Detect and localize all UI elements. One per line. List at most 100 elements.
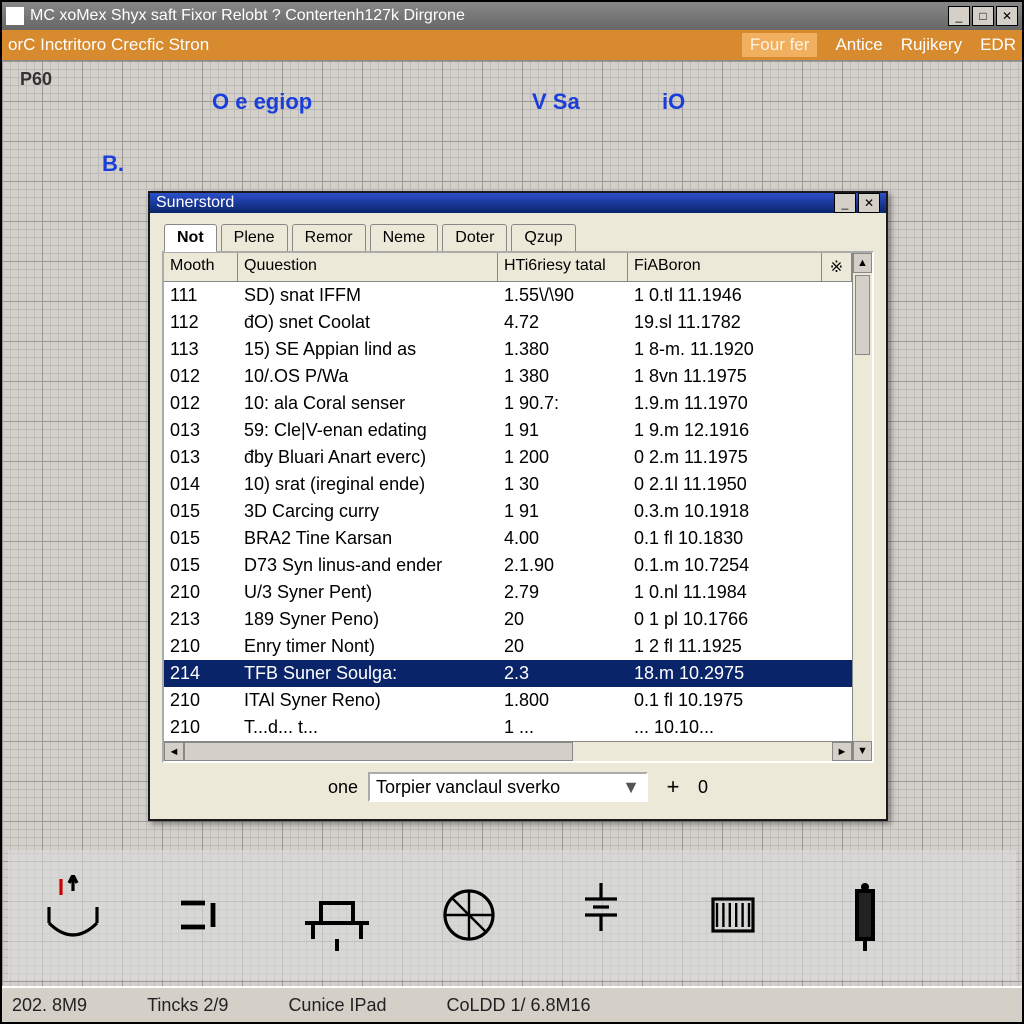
table-cell: 0 1 pl 10.1766 [628,609,846,630]
main-titlebar: MC xoMex Shyx saft Fixor Relobt ? Conter… [2,2,1022,30]
col-header-end[interactable]: ※ [822,253,852,281]
dialog-titlebar: Sunerstord _ ✕ [150,193,886,213]
table-row[interactable]: 210U/3 Syner Pent)2.791 0.nl 11.1984 [164,579,852,606]
table-cell: D73 Syn linus-and ender [238,555,498,576]
table-row[interactable]: 01210/.OS P/Wa1 3801 8vn 11.1975 [164,363,852,390]
table-row[interactable]: 112đO) snet Coolat4.7219.sl 11.1782 [164,309,852,336]
status-2: Tincks 2/9 [147,995,228,1016]
footer-plus-button[interactable]: + [658,772,688,802]
hscroll-right-arrow[interactable]: ► [832,742,852,761]
table-row[interactable]: 015BRA2 Tine Karsan4.000.1 fl 10.1830 [164,525,852,552]
table-cell: 015 [164,501,238,522]
hscroll-left-arrow[interactable]: ◄ [164,742,184,761]
menu-item-3[interactable]: EDR [980,35,1016,55]
tab-neme[interactable]: Neme [370,224,439,252]
main-window-controls: _ □ ✕ [948,6,1018,26]
main-window-title: MC xoMex Shyx saft Fixor Relobt ? Conter… [30,7,948,25]
table-cell: 1 91 [498,501,628,522]
schematic-workspace[interactable]: P60 O e egiop V Sa iO B. Sunerstord _ ✕ … [2,60,1022,1022]
table-cell: 012 [164,366,238,387]
tool-ground-icon[interactable] [28,870,118,960]
dialog-minimize-button[interactable]: _ [834,193,856,213]
table-cell: 013 [164,447,238,468]
tool-connector-icon[interactable] [160,870,250,960]
table-cell: 1 8-m. 11.1920 [628,339,846,360]
table-cell: 2.79 [498,582,628,603]
menu-item-0[interactable]: Four fer [742,33,818,57]
maximize-button[interactable]: □ [972,6,994,26]
table-cell: 10/.OS P/Wa [238,366,498,387]
table-row[interactable]: 210ITAl Syner Reno)1.8000.1 fl 10.1975 [164,687,852,714]
tool-coil-icon[interactable] [688,870,778,960]
vscroll-thumb[interactable] [855,275,870,355]
minimize-button[interactable]: _ [948,6,970,26]
footer-dropdown-value: Torpier vanclaul sverko [376,777,560,798]
hscroll-thumb[interactable] [184,742,573,761]
table-cell: 4.72 [498,312,628,333]
dialog-list: Mooth Quuestion HTi6riesy tatal FiABoron… [162,251,874,763]
table-cell: đO) snet Coolat [238,312,498,333]
table-row[interactable]: 0153D Carcing curry1 910.3.m 10.1918 [164,498,852,525]
table-row[interactable]: 210Enry timer Nont)201 2 fl 11.1925 [164,633,852,660]
status-3: Cunice IPad [288,995,386,1016]
col-header-0[interactable]: Mooth [164,253,238,281]
table-cell: 015 [164,555,238,576]
table-row[interactable]: 210T...d... t...1 ...... 10.10... [164,714,852,741]
tool-globe-icon[interactable] [424,870,514,960]
table-cell: ... 10.10... [628,717,846,738]
table-row[interactable]: 11315) SE Appian lind as1.3801 8-m. 11.1… [164,336,852,363]
col-header-2[interactable]: HTi6riesy tatal [498,253,628,281]
table-row[interactable]: 01410) srat (ireginal ende)1 300 2.1l 11… [164,471,852,498]
col-header-3[interactable]: FiABoron [628,253,822,281]
vertical-scrollbar[interactable]: ▲ ▼ [852,253,872,761]
tool-capacitor-icon[interactable] [556,870,646,960]
menubar-left-label: orC Inctritoro Crecfic Stron [8,35,724,55]
table-row[interactable]: 01359: Cle|V-enan edating1 911 9.m 12.19… [164,417,852,444]
horizontal-scrollbar[interactable]: ◄ ► [164,741,852,761]
table-cell: 0.1.m 10.7254 [628,555,846,576]
table-cell: 1.380 [498,339,628,360]
table-cell: 1 91 [498,420,628,441]
table-row[interactable]: 214TFB Suner Soulga:2.318.m 10.2975 [164,660,852,687]
tab-remor[interactable]: Remor [292,224,366,252]
table-cell: 1 0.nl 11.1984 [628,582,846,603]
footer-dropdown[interactable]: Torpier vanclaul sverko ▼ [368,772,648,802]
tab-qzup[interactable]: Qzup [511,224,575,252]
col-header-1[interactable]: Quuestion [238,253,498,281]
tab-doter[interactable]: Doter [442,224,507,252]
table-cell: 0.1 fl 10.1975 [628,690,846,711]
table-cell: SD) snat IFFM [238,285,498,306]
table-cell: 111 [164,285,238,306]
close-button[interactable]: ✕ [996,6,1018,26]
table-cell: đby Bluari Anart everc) [238,447,498,468]
statusbar: 202. 8M9 Tincks 2/9 Cunice IPad CoLDD 1/… [2,986,1022,1022]
vscroll-down-arrow[interactable]: ▼ [853,741,872,761]
menu-item-1[interactable]: Antice [835,35,882,55]
tool-chip-icon[interactable] [292,870,382,960]
sch-label-vsa: V Sa [532,89,580,115]
table-row[interactable]: 015D73 Syn linus-and ender2.1.900.1.m 10… [164,552,852,579]
table-cell: 3D Carcing curry [238,501,498,522]
menu-item-2[interactable]: Rujikery [901,35,962,55]
sunerstord-dialog: Sunerstord _ ✕ NotPleneRemorNemeDoterQzu… [148,191,888,821]
dialog-close-button[interactable]: ✕ [858,193,880,213]
table-cell: 1 200 [498,447,628,468]
tab-not[interactable]: Not [164,224,217,252]
table-cell: BRA2 Tine Karsan [238,528,498,549]
tab-plene[interactable]: Plene [221,224,288,252]
table-cell: 214 [164,663,238,684]
table-cell: T...d... t... [238,717,498,738]
dialog-body: NotPleneRemorNemeDoterQzup Mooth Quuesti… [150,213,886,819]
table-row[interactable]: 213189 Syner Peno)200 1 pl 10.1766 [164,606,852,633]
table-row[interactable]: 111SD) snat IFFM1.55\/\901 0.tl 11.1946 [164,282,852,309]
vscroll-up-arrow[interactable]: ▲ [853,253,872,273]
tool-resistor-icon[interactable] [820,870,910,960]
table-cell: 189 Syner Peno) [238,609,498,630]
table-cell: 18.m 10.2975 [628,663,846,684]
table-row[interactable]: 013đby Bluari Anart everc)1 2000 2.m 11.… [164,444,852,471]
table-row[interactable]: 01210: ala Coral senser1 90.7:1.9.m 11.1… [164,390,852,417]
chevron-down-icon: ▼ [622,777,640,798]
dialog-footer: one Torpier vanclaul sverko ▼ + 0 [162,763,874,811]
table-cell: 210 [164,636,238,657]
table-cell: 1 30 [498,474,628,495]
